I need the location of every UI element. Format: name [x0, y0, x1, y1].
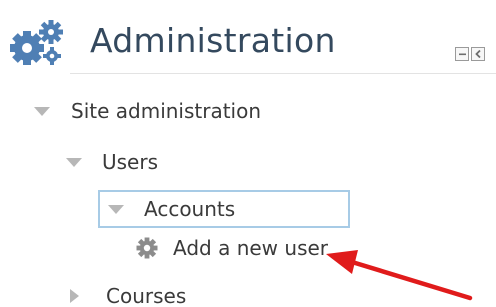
red-arrow-annotation — [326, 250, 473, 301]
tree-item-site-administration[interactable]: Site administration — [34, 97, 261, 125]
expanded-triangle-icon — [66, 157, 82, 167]
tree-item-accounts[interactable]: Accounts — [98, 190, 350, 228]
gears-icon — [10, 20, 63, 65]
expanded-triangle-icon — [108, 204, 124, 214]
header-divider — [70, 73, 496, 74]
gear-icon — [136, 237, 158, 259]
block-title: Administration — [90, 21, 336, 60]
expanded-triangle-icon — [34, 106, 50, 116]
collapse-block-icon[interactable] — [455, 47, 469, 61]
collapsed-triangle-icon — [70, 289, 79, 303]
tree-item-label: Courses — [106, 284, 187, 307]
dock-block-icon[interactable] — [471, 47, 485, 61]
administration-block: Administration Site administration Users… — [0, 0, 496, 307]
tree-item-label: Site administration — [71, 99, 262, 123]
block-controls — [455, 47, 485, 63]
tree-item-label: Accounts — [144, 197, 236, 221]
tree-item-courses[interactable]: Courses — [70, 282, 186, 307]
add-new-user-link[interactable]: Add a new user — [173, 234, 328, 262]
tree-item-users[interactable]: Users — [66, 148, 158, 176]
tree-item-add-new-user[interactable]: Add a new user — [135, 234, 328, 262]
tree-item-label: Users — [102, 150, 159, 174]
